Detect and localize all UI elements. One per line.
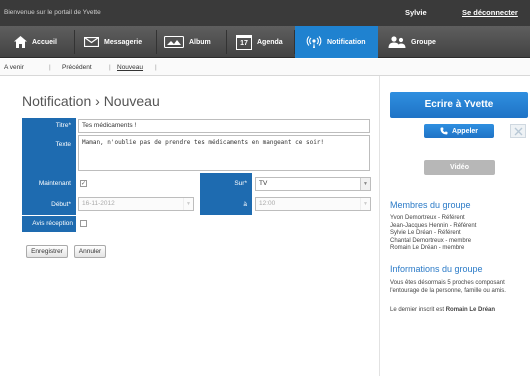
receipt-checkbox[interactable] xyxy=(80,220,87,227)
nav-label: Album xyxy=(189,38,211,46)
subnav-nouveau[interactable]: Nouveau xyxy=(117,64,143,71)
chevron-down-icon: ▼ xyxy=(183,198,193,210)
start-date-value: 16-11-2012 xyxy=(82,200,115,207)
last-member-name: Romain Le Dréan xyxy=(445,307,496,313)
now-checkbox[interactable]: ✓ xyxy=(80,180,87,187)
nav-item-album[interactable]: Album xyxy=(164,26,211,58)
user-name: Sylvie xyxy=(405,8,427,17)
nav-item-accueil[interactable]: Accueil xyxy=(14,26,57,58)
close-button[interactable] xyxy=(510,124,526,138)
chevron-down-icon: ▼ xyxy=(360,198,370,210)
subnav-separator: | xyxy=(155,64,157,71)
title-input[interactable]: Tes médicaments ! xyxy=(78,119,370,133)
now-label: Maintenant xyxy=(22,173,76,195)
sub-nav: A venir | Précédent | Nouveau | xyxy=(0,59,530,76)
nav-separator xyxy=(226,30,227,54)
start-date-select[interactable]: 16-11-2012 ▼ xyxy=(78,197,194,211)
text-label: Texte xyxy=(22,134,76,173)
call-label: Appeler xyxy=(451,127,479,135)
home-icon xyxy=(14,36,27,48)
nav-item-agenda[interactable]: 17 Agenda xyxy=(236,26,283,58)
chevron-down-icon: ▼ xyxy=(360,178,370,190)
list-item: Yvon Demortreux - Référent xyxy=(390,215,465,221)
video-button[interactable]: Vidéo xyxy=(424,160,495,175)
broadcast-icon xyxy=(306,36,322,48)
text-textarea[interactable]: Maman, n'oublie pas de prendre tes médic… xyxy=(78,135,370,171)
list-item: Jean-Jacques Hennin - Référent xyxy=(390,222,477,229)
nav-item-messagerie[interactable]: Messagerie xyxy=(84,26,142,58)
close-icon xyxy=(514,127,523,136)
members-list: Yvon Demortreux - Référent Jean-Jacques … xyxy=(390,215,476,253)
welcome-text: Bienvenue sur le portail de Yvette xyxy=(4,9,101,16)
list-item: Sylvie Le Dréan - Référent xyxy=(390,230,461,237)
info-title: Informations du groupe xyxy=(390,264,483,274)
members-title: Membres du groupe xyxy=(390,200,471,210)
title-label: Titre* xyxy=(22,118,76,134)
phone-icon xyxy=(440,127,448,135)
start-label: Début* xyxy=(22,195,76,215)
subnav-precedent[interactable]: Précédent xyxy=(62,64,92,71)
photo-icon xyxy=(164,36,184,48)
last-member: Le dernier inscrit est Romain Le Dréan xyxy=(390,307,524,315)
list-item: Chantal Demortreux - membre xyxy=(390,237,472,244)
subnav-separator: | xyxy=(49,64,51,71)
at-label: à xyxy=(200,195,252,215)
main-nav: Accueil Messagerie Album 17 Agenda Notif… xyxy=(0,26,530,58)
subnav-a-venir[interactable]: A venir xyxy=(4,64,24,71)
subnav-separator: | xyxy=(109,64,111,71)
nav-item-groupe[interactable]: Groupe xyxy=(388,26,436,58)
on-select-value: TV xyxy=(259,180,268,187)
nav-separator xyxy=(74,30,75,54)
last-member-prefix: Le dernier inscrit est xyxy=(390,307,445,313)
list-item: Romain Le Dréan - membre xyxy=(390,245,465,252)
save-button[interactable]: Enregistrer xyxy=(26,245,68,258)
on-select[interactable]: TV ▼ xyxy=(255,177,371,191)
call-button[interactable]: Appeler xyxy=(424,124,494,138)
start-time-value: 12:00 xyxy=(259,200,276,207)
start-time-select[interactable]: 12:00 ▼ xyxy=(255,197,371,211)
receipt-label: Avis réception xyxy=(22,216,76,232)
info-text: Vous êtes désormais 5 proches composant … xyxy=(390,280,506,294)
nav-item-notification[interactable]: Notification xyxy=(295,26,378,58)
group-icon xyxy=(388,36,406,48)
write-button[interactable]: Ecrire à Yvette xyxy=(390,92,528,118)
on-label: Sur* xyxy=(200,173,252,195)
top-bar: Bienvenue sur le portail de Yvette Sylvi… xyxy=(0,0,530,26)
calendar-icon: 17 xyxy=(236,34,252,50)
logout-link[interactable]: Se déconnecter xyxy=(462,8,518,17)
nav-label: Accueil xyxy=(32,38,57,46)
page-title: Notification › Nouveau xyxy=(22,93,160,109)
envelope-icon xyxy=(84,37,99,47)
cancel-button[interactable]: Annuler xyxy=(74,245,106,258)
nav-label: Groupe xyxy=(411,38,436,46)
column-divider xyxy=(379,76,380,376)
nav-label: Messagerie xyxy=(104,38,143,46)
nav-label: Notification xyxy=(327,38,366,46)
nav-separator xyxy=(156,30,157,54)
nav-label: Agenda xyxy=(257,38,283,46)
